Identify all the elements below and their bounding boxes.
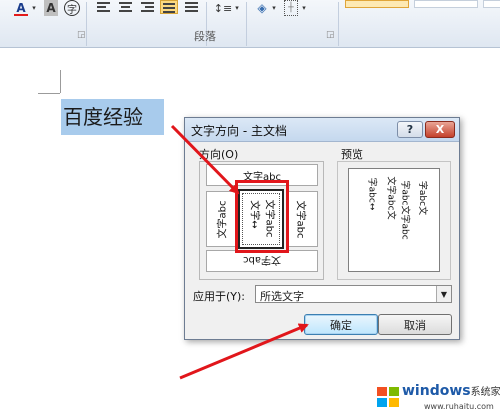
watermark-brand-name: windows [402,383,471,399]
site-watermark: windows系统家园 www.ruhaitu.com [376,383,500,415]
annotation-arrows [170,124,309,380]
watermark-brand-suffix: 系统家园 [470,387,500,398]
arrow-to-ok-button [179,323,309,380]
windows-logo-icon [377,387,399,407]
watermark-url: www.ruhaitu.com [424,402,494,411]
watermark-brand: windows系统家园 [402,383,500,399]
arrow-to-orientation [170,124,240,195]
